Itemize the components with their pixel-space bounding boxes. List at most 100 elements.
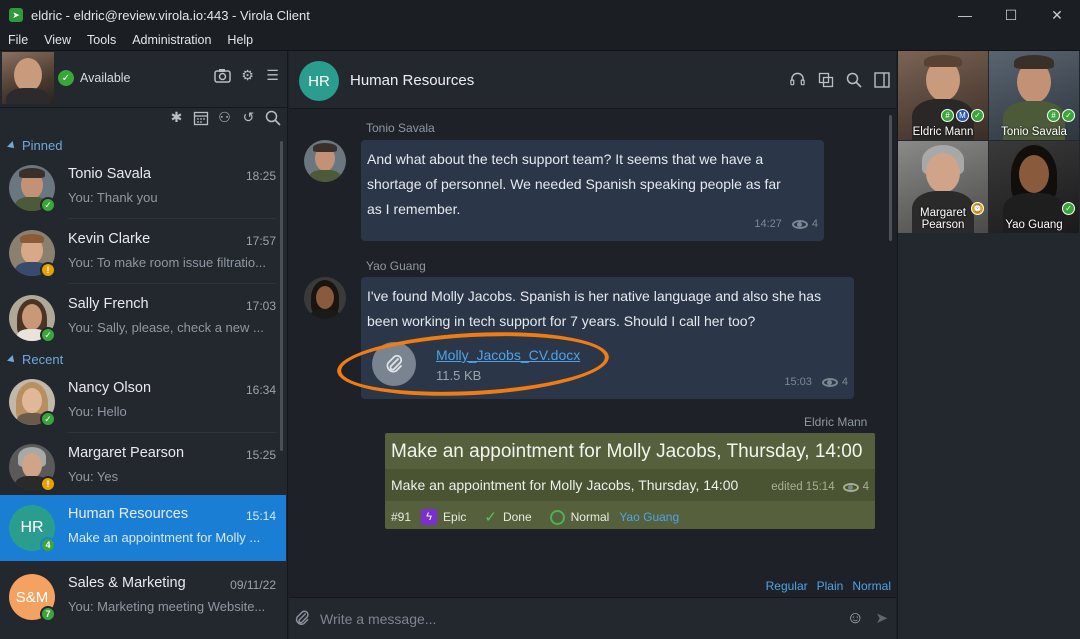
epic-lightning-icon: ϟ bbox=[421, 509, 438, 525]
menu-administration[interactable]: Administration bbox=[124, 33, 219, 47]
headset-icon[interactable] bbox=[789, 71, 806, 88]
message-text-line: I've found Molly Jacobs. Spanish is her … bbox=[367, 288, 822, 304]
participant-tile[interactable]: ✓ Yao Guang bbox=[989, 141, 1079, 233]
participants-panel: # M ✓ Eldric Mann # ✓ Tonio Savala ⌚ Mar… bbox=[897, 51, 1080, 639]
message-bubble[interactable]: And what about the tech support team? It… bbox=[361, 140, 824, 241]
format-priority-selector[interactable]: Normal bbox=[852, 579, 891, 593]
participant-name: Eldric Mann bbox=[912, 126, 974, 138]
chat-scrollbar[interactable] bbox=[889, 115, 892, 241]
done-check-icon: ✓ bbox=[484, 509, 497, 526]
seen-count: 4 bbox=[862, 481, 869, 493]
task-description: Make an appointment for Molly Jacobs, Th… bbox=[391, 477, 739, 493]
contact-name: Human Resources bbox=[68, 506, 189, 522]
side-panel-icon[interactable] bbox=[873, 71, 890, 88]
chat-title[interactable]: Human Resources bbox=[350, 72, 474, 89]
avatar[interactable] bbox=[304, 277, 346, 319]
task-card[interactable]: Make an appointment for Molly Jacobs, Th… bbox=[385, 433, 875, 529]
hash-badge-icon: # bbox=[941, 109, 954, 122]
close-button[interactable]: ✕ bbox=[1034, 0, 1080, 30]
add-contact-icon[interactable]: ⚇ bbox=[216, 109, 233, 126]
message-composer[interactable]: Write a message... ☺ ➤ bbox=[289, 597, 896, 639]
menu-view[interactable]: View bbox=[36, 33, 79, 47]
away-status-icon: ! bbox=[40, 262, 56, 278]
contact-time: 15:25 bbox=[245, 448, 276, 462]
message-input[interactable]: Write a message... bbox=[320, 611, 436, 627]
title-bar: ➤ eldric - eldric@review.virola.io:443 -… bbox=[0, 0, 1080, 30]
chat-header: HR Human Resources bbox=[289, 51, 896, 109]
hamburger-menu-icon[interactable]: ☰ bbox=[264, 67, 281, 84]
menu-file[interactable]: File bbox=[0, 33, 36, 47]
seen-count: 4 bbox=[841, 376, 848, 388]
virola-logo-icon: ➤ bbox=[9, 8, 23, 22]
presence-label: Available bbox=[80, 71, 131, 85]
copy-icon[interactable] bbox=[817, 71, 834, 88]
camera-icon[interactable] bbox=[214, 67, 231, 84]
participant-tile[interactable]: # M ✓ Eldric Mann bbox=[898, 51, 988, 140]
moderator-badge-icon: M bbox=[956, 109, 969, 122]
priority-circle-icon bbox=[549, 509, 565, 525]
message-time: 15:03 bbox=[784, 376, 812, 388]
participant-tile[interactable]: ⌚ Margaret Pearson bbox=[898, 141, 988, 233]
task-type[interactable]: Epic bbox=[443, 510, 466, 524]
menu-tools[interactable]: Tools bbox=[79, 33, 124, 47]
my-avatar[interactable] bbox=[2, 52, 54, 104]
chat-avatar[interactable]: HR bbox=[299, 61, 339, 101]
task-number[interactable]: #91 bbox=[391, 510, 411, 524]
contact-human-resources[interactable]: HR 4 Human Resources 15:14 Make an appoi… bbox=[0, 495, 286, 561]
contact-last-message: You: Hello bbox=[68, 404, 127, 419]
search-icon[interactable] bbox=[845, 71, 862, 88]
contact-name: Margaret Pearson bbox=[68, 445, 185, 461]
presence-status[interactable]: ✓ Available bbox=[58, 70, 131, 86]
bug-icon[interactable]: ✱ bbox=[168, 109, 185, 126]
seen-eye-icon bbox=[842, 482, 859, 492]
task-title: Make an appointment for Molly Jacobs, Th… bbox=[391, 441, 863, 462]
contact-margaret-pearson[interactable]: ! Margaret Pearson 15:25 You: Yes bbox=[0, 434, 286, 498]
menu-help[interactable]: Help bbox=[219, 33, 261, 47]
attach-paperclip-icon[interactable] bbox=[293, 609, 311, 632]
format-type-selector[interactable]: Plain bbox=[817, 579, 844, 593]
contact-last-message: You: To make room issue filtratio... bbox=[68, 255, 266, 270]
contact-name: Nancy Olson bbox=[68, 380, 152, 396]
window-title: eldric - eldric@review.virola.io:443 - V… bbox=[31, 7, 310, 23]
contacts-scrollbar[interactable] bbox=[280, 141, 283, 451]
contact-sales-marketing[interactable]: S&M 7 Sales & Marketing 09/11/22 You: Ma… bbox=[0, 564, 286, 628]
group-recent[interactable]: Recent bbox=[7, 352, 63, 367]
gear-icon[interactable]: ⚙ bbox=[239, 67, 256, 84]
send-icon[interactable]: ➤ bbox=[875, 609, 888, 627]
contact-name: Tonio Savala bbox=[68, 166, 152, 182]
menu-bar: File View Tools Administration Help bbox=[0, 30, 1080, 51]
search-icon[interactable] bbox=[264, 109, 281, 126]
online-status-icon: ✓ bbox=[40, 411, 56, 427]
task-state[interactable]: Done bbox=[503, 510, 532, 524]
message-time: 14:27 bbox=[754, 218, 782, 230]
collapse-triangle-icon bbox=[7, 140, 17, 151]
contact-last-message: Make an appointment for Molly ... bbox=[68, 530, 261, 545]
contact-last-message: You: Marketing meeting Website... bbox=[68, 599, 266, 614]
hash-badge-icon: # bbox=[1047, 109, 1060, 122]
task-assignee[interactable]: Yao Guang bbox=[619, 510, 679, 524]
participant-tile[interactable]: # ✓ Tonio Savala bbox=[989, 51, 1079, 140]
edited-label: edited 15:14 bbox=[771, 481, 835, 493]
contact-last-message: You: Thank you bbox=[68, 190, 158, 205]
task-priority[interactable]: Normal bbox=[571, 510, 610, 524]
message-text-line: as I remember. bbox=[367, 201, 461, 217]
contact-kevin-clarke[interactable]: ! Kevin Clarke 17:57 You: To make room i… bbox=[0, 220, 286, 284]
contact-tonio-savala[interactable]: ✓ Tonio Savala 18:25 You: Thank you bbox=[0, 155, 286, 219]
history-icon[interactable]: ↺ bbox=[240, 109, 257, 126]
maximize-button[interactable]: ☐ bbox=[988, 0, 1034, 30]
group-pinned[interactable]: Pinned bbox=[7, 138, 62, 153]
message-text-line: been working in tech support for 7 years… bbox=[367, 313, 756, 329]
contact-time: 09/11/22 bbox=[230, 578, 276, 592]
available-icon: ✓ bbox=[58, 70, 74, 86]
minimize-button[interactable]: — bbox=[942, 0, 988, 30]
contacts-panel: ✓ Available ⚙ ☰ ✱ ⚇ ↺ Pinned ✓ Tonio Sav… bbox=[0, 51, 288, 639]
message-author: Yao Guang bbox=[366, 259, 426, 273]
unread-count-badge: 7 bbox=[40, 606, 56, 622]
message-text-line: shortage of personnel. We needed Spanish… bbox=[367, 176, 781, 192]
contact-sally-french[interactable]: ✓ Sally French 17:03 You: Sally, please,… bbox=[0, 285, 286, 349]
calendar-icon[interactable] bbox=[192, 109, 209, 126]
contact-nancy-olson[interactable]: ✓ Nancy Olson 16:34 You: Hello bbox=[0, 369, 286, 433]
emoji-icon[interactable]: ☺ bbox=[847, 608, 864, 628]
avatar[interactable] bbox=[304, 140, 346, 182]
format-style-selector[interactable]: Regular bbox=[766, 579, 808, 593]
